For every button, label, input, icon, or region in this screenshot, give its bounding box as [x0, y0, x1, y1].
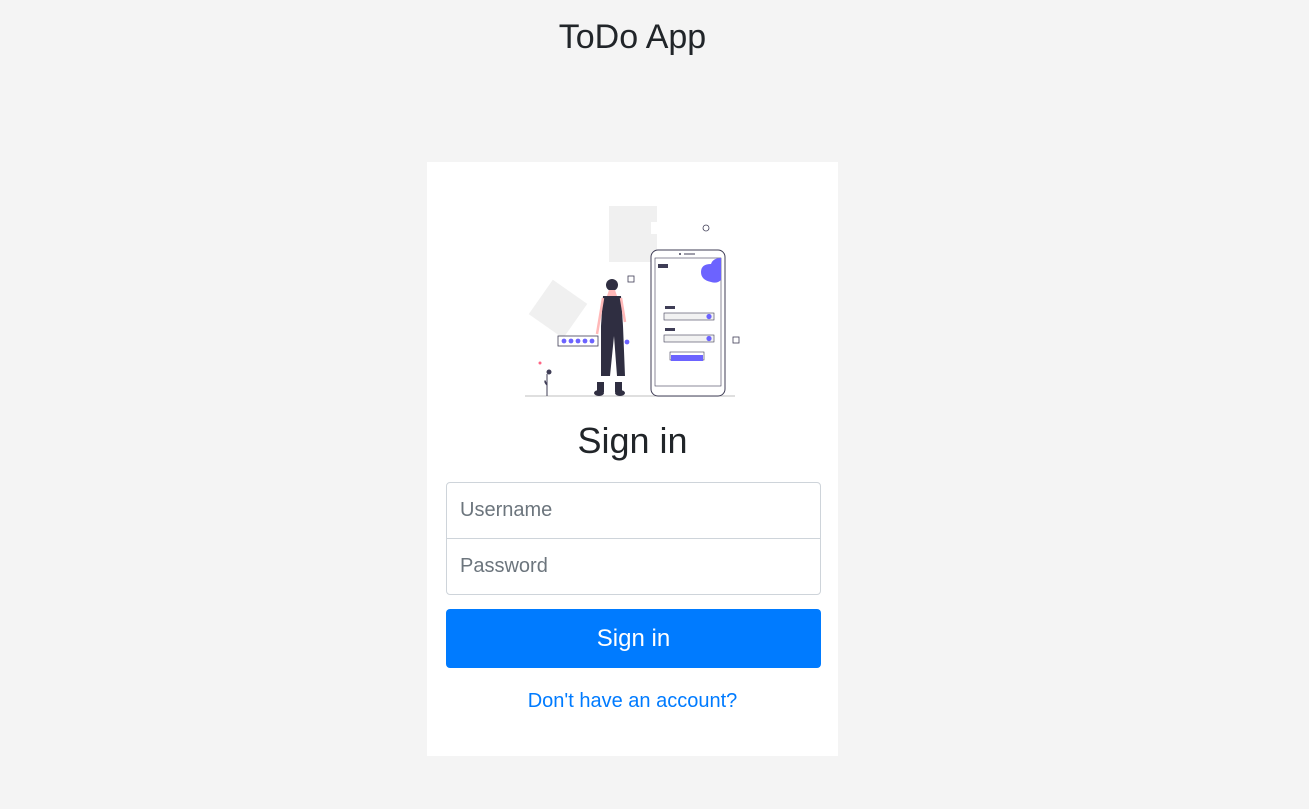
signin-heading: Sign in — [577, 420, 688, 461]
login-card: Sign in Sign in Don't have an account? — [427, 162, 838, 756]
username-input[interactable] — [446, 482, 821, 539]
signin-button[interactable]: Sign in — [446, 609, 821, 668]
credentials-group — [446, 482, 821, 595]
password-input[interactable] — [446, 538, 821, 595]
app-title: ToDo App — [558, 18, 707, 56]
login-illustration — [525, 206, 740, 397]
register-link[interactable]: Don't have an account? — [427, 690, 838, 713]
